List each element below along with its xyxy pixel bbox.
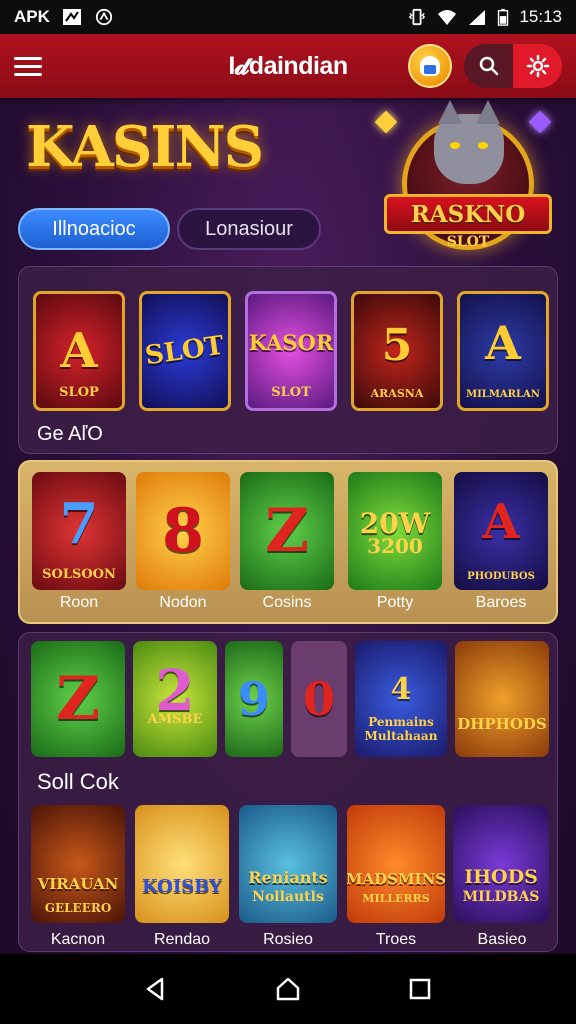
- section-label: Soll Cok: [37, 769, 119, 794]
- game-tile[interactable]: 5 ARASNA: [351, 291, 443, 411]
- game-panel-more: Z 2 AMSBE 9 0 4 Penmains Multahaan DHPHO…: [18, 632, 558, 952]
- status-bar: APK 15:13: [0, 0, 576, 34]
- game-tile[interactable]: SLOT: [139, 291, 231, 411]
- game-tile[interactable]: Z: [240, 472, 334, 590]
- game-tile[interactable]: Reniants Nollautls: [239, 805, 337, 923]
- game-tile[interactable]: A SLOP: [33, 291, 125, 411]
- game-caption: Kacnon: [50, 931, 106, 948]
- tab-primary[interactable]: Illnoacioc: [18, 208, 170, 250]
- action-pill: [464, 44, 562, 88]
- hamburger-menu-icon[interactable]: [14, 52, 42, 80]
- game-panel-popular: 7 SOLSOON 8 Z 20W 3200 A PHODUBOS Roon N…: [18, 460, 558, 624]
- bag-icon: [420, 56, 440, 76]
- game-caption: Roon: [59, 594, 99, 611]
- wolf-mascot-icon: [434, 100, 504, 184]
- game-tile[interactable]: A MILMARLAN: [457, 291, 549, 411]
- game-tile[interactable]: KASOR SLOT: [245, 291, 337, 411]
- recents-button[interactable]: [400, 969, 440, 1009]
- game-caption: Rosieo: [263, 931, 313, 948]
- square-icon: [409, 978, 431, 1000]
- game-caption: Troes: [375, 931, 417, 948]
- game-panel-featured: A SLOP SLOT KASOR SLOT 5 ARASNA A MILMAR…: [18, 266, 558, 454]
- home-button[interactable]: [268, 969, 308, 1009]
- system-navigation-bar: [0, 954, 576, 1024]
- game-caption: Rendao: [153, 931, 211, 948]
- game-caption: Cosins: [262, 594, 312, 611]
- game-tile[interactable]: 7 SOLSOON: [32, 472, 126, 590]
- back-triangle-icon: [146, 977, 164, 1001]
- signal-icon: [467, 8, 487, 26]
- game-caption: Potty: [376, 594, 414, 611]
- search-icon: [479, 56, 498, 76]
- wifi-icon: [437, 8, 457, 26]
- game-tile[interactable]: 2 AMSBE: [133, 641, 217, 757]
- app-bar: I𝓭daindian: [0, 34, 576, 98]
- game-tile[interactable]: Z: [31, 641, 125, 757]
- carrier-label: APK: [14, 7, 50, 26]
- emblem-banner: RASKNO: [384, 194, 552, 234]
- home-icon: [276, 977, 300, 1001]
- game-caption: Basieo: [477, 931, 527, 948]
- hero-title: KASINS: [26, 114, 264, 180]
- sparkle-icon: [528, 110, 552, 134]
- game-tile[interactable]: IHODS MILDBAS: [453, 805, 549, 923]
- settings-button[interactable]: [513, 44, 562, 88]
- casino-emblem[interactable]: RASKNO SLOT: [374, 100, 552, 258]
- gear-icon: [526, 54, 549, 78]
- sparkle-icon: [374, 110, 398, 134]
- battery-icon: [497, 8, 509, 26]
- game-caption: Baroes: [475, 594, 527, 611]
- game-tile[interactable]: DHPHODS: [455, 641, 549, 757]
- hero-banner: KASINS Illnoacioc Lonasiour RASKNO SLOT: [0, 98, 576, 268]
- game-tile[interactable]: A PHODUBOS: [454, 472, 548, 590]
- section-label: Ge AľO: [37, 423, 103, 445]
- game-tile[interactable]: 0: [291, 641, 347, 757]
- game-tile[interactable]: 20W 3200: [348, 472, 442, 590]
- game-tile[interactable]: MADSMINS MILLERRS: [347, 805, 445, 923]
- tab-secondary[interactable]: Lonasiour: [177, 208, 321, 250]
- vibrate-icon: [407, 8, 427, 26]
- search-button[interactable]: [464, 44, 513, 88]
- sync-notification-icon: [94, 8, 114, 26]
- game-caption: Nodon: [159, 594, 207, 611]
- game-tile[interactable]: VIRAUAN GELEERO: [31, 805, 125, 923]
- image-notification-icon: [62, 8, 82, 26]
- emblem-subtitle: SLOT: [446, 234, 490, 250]
- game-tile[interactable]: KOISBY: [135, 805, 229, 923]
- game-tile[interactable]: 9: [225, 641, 283, 757]
- coin-wallet-button[interactable]: [408, 44, 452, 88]
- game-tile[interactable]: 4 Penmains Multahaan: [355, 641, 447, 757]
- game-tile[interactable]: 8: [136, 472, 230, 590]
- back-button[interactable]: [136, 969, 176, 1009]
- clock: 15:13: [519, 7, 562, 26]
